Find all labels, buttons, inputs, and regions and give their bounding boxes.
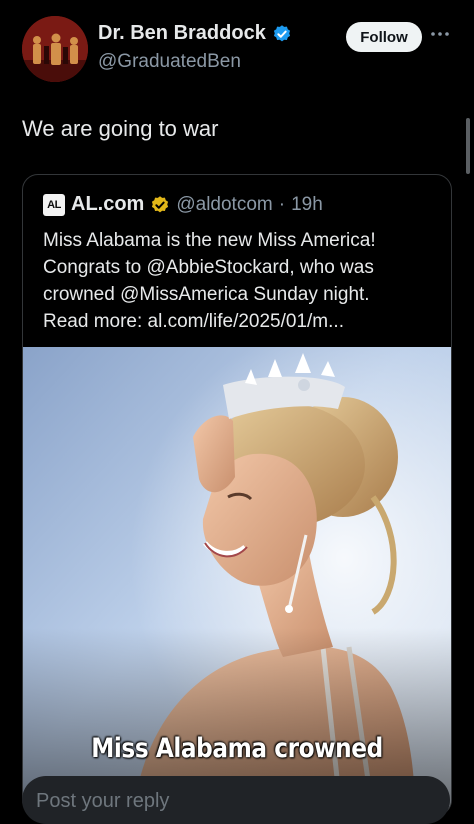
separator-dot: · [278, 193, 286, 215]
scrollbar[interactable] [466, 118, 470, 174]
quoted-tweet-line: crowned @MissAmerica Sunday night. [43, 284, 370, 305]
avatar-image [22, 16, 88, 82]
quoted-tweet-time[interactable]: 19h [291, 194, 323, 216]
quoted-tweet-line: Miss Alabama is the new Miss America! [43, 230, 376, 251]
more-horizontal-icon[interactable] [430, 28, 450, 40]
avatar[interactable] [22, 16, 88, 82]
quoted-author-logo-text: AL [47, 198, 61, 211]
tweet-text: We are going to war [22, 116, 219, 141]
quoted-tweet-text: Miss Alabama is the new Miss America! Co… [43, 227, 438, 335]
quoted-author-logo: AL [43, 193, 65, 216]
verified-badge-icon [273, 24, 290, 41]
reply-placeholder: Post your reply [36, 790, 170, 812]
author-display-name[interactable]: Dr. Ben Braddock [98, 22, 266, 45]
media-caption: Miss Alabama crowned [91, 733, 383, 764]
gold-verified-badge-icon [152, 195, 169, 212]
quoted-author-handle[interactable]: @aldotcom [176, 194, 272, 216]
quoted-tweet-line: Congrats to @AbbieStockard, who was [43, 257, 374, 278]
quoted-author-name[interactable]: AL.com [71, 193, 144, 216]
quoted-tweet-line: Read more: al.com/life/2025/01/m... [43, 311, 344, 332]
author-name-row: Dr. Ben Braddock [98, 22, 292, 45]
quoted-tweet-header: AL AL.com @aldotcom · 19h [43, 193, 323, 216]
follow-button[interactable]: Follow [346, 22, 422, 52]
tweet-header: Dr. Ben Braddock @GraduatedBen Follow [0, 0, 474, 100]
quoted-tweet-media[interactable]: Miss Alabama crowned [23, 347, 451, 815]
reply-input[interactable]: Post your reply [22, 776, 450, 824]
quoted-tweet-card[interactable]: AL AL.com @aldotcom · 19h Miss Alabama i… [22, 174, 452, 816]
author-handle[interactable]: @GraduatedBen [98, 51, 241, 73]
